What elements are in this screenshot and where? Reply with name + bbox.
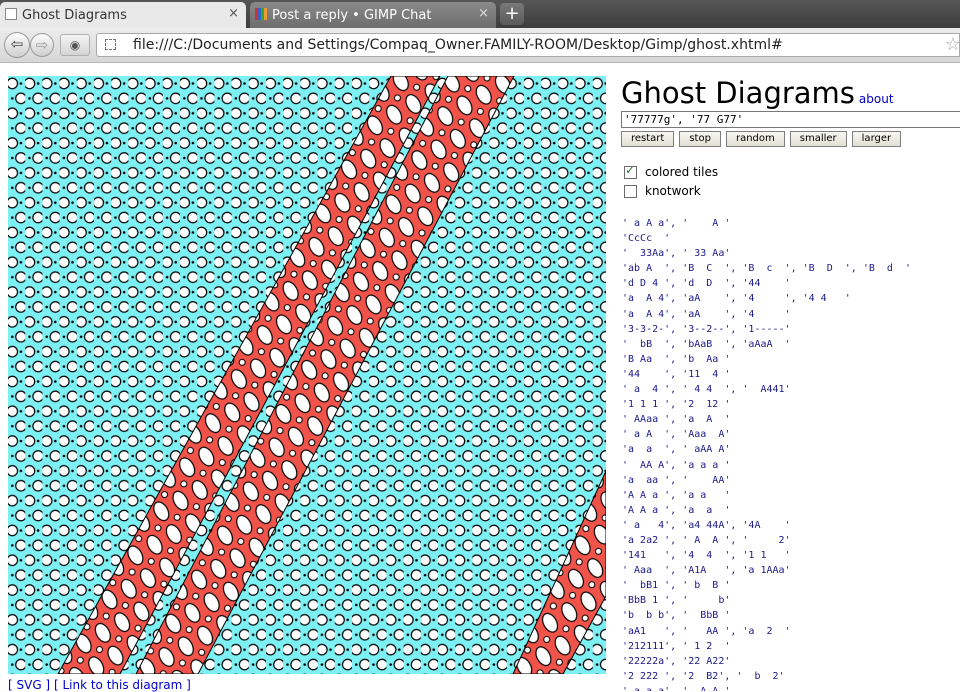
close-tab-icon[interactable]: × [228,6,239,21]
identity-icon: ◉ [69,38,81,52]
tile-code-input[interactable] [621,111,960,128]
about-link[interactable]: about [859,92,894,106]
page-icon [105,39,116,50]
bookmark-star-icon[interactable]: ☆ [945,34,960,55]
pattern-example[interactable]: 'A A a ', 'a a ' [622,503,960,518]
knotwork-label: knotwork [645,184,701,198]
pattern-example[interactable]: 'ab A ', 'B C ', 'B c ', 'B D ', 'B d ' [622,261,960,276]
back-arrow-icon: ⇦ [10,35,24,53]
pattern-example[interactable]: 'a A 4', 'aA ', '4 ', '4 4 ' [622,291,960,306]
pattern-example[interactable]: '141 ', '4 4 ', '1 1 ' [622,548,960,563]
pattern-example[interactable]: ' Aaa ', 'A1A ', 'a 1AAa' [622,563,960,578]
back-button[interactable]: ⇦ [4,32,30,58]
tab-ghost-diagrams[interactable]: Ghost Diagrams × [0,2,246,28]
colored-tiles-option[interactable]: colored tiles [624,163,719,179]
pattern-example[interactable]: ' a A ', 'Aaa A' [622,427,960,442]
diagram-links: [ SVG ] [ Link to this diagram ] [8,678,191,692]
pattern-example[interactable]: '1 1 1 ', '2 12 ' [622,397,960,412]
pattern-example[interactable]: ' a A a', ' A ' [622,216,960,231]
forward-button[interactable]: ⇨ [30,33,54,57]
knotwork-option[interactable]: knotwork [624,184,701,198]
smaller-button[interactable]: smaller [789,131,847,147]
forward-arrow-icon: ⇨ [35,36,49,54]
larger-button[interactable]: larger [851,131,902,147]
permalink[interactable]: [ Link to this diagram ] [54,678,191,692]
tab-label: Ghost Diagrams [22,7,127,23]
knotwork-checkbox[interactable] [624,184,637,198]
tab-strip: Ghost Diagrams × Post a reply • GIMP Cha… [0,0,960,28]
address-bar[interactable]: file:///C:/Documents and Settings/Compaq… [96,33,960,57]
restart-button[interactable]: restart [621,131,675,147]
navigation-bar: ⇦ ⇨ ◉ file:///C:/Documents and Settings/… [0,28,960,63]
tab-label: Post a reply • GIMP Chat [272,7,432,23]
pattern-example[interactable]: 'a 2a2 ', ' A A ', ' 2' [622,533,960,548]
pattern-example[interactable]: 'aA1 ', ' AA ', 'a 2 ' [622,624,960,639]
pattern-example[interactable]: 'a A 4', 'aA ', '4 ' [622,307,960,322]
site-identity-button[interactable]: ◉ [60,34,90,56]
example-patterns-list: ' a A a', ' A ' 'CcCc ' ' 33Aa', ' 33 Aa' '… [622,216,960,691]
pattern-example[interactable]: ' AAaa ', 'a A ' [622,412,960,427]
pattern-example[interactable]: '212111', ' 1 2 ' [622,639,960,654]
url-text[interactable]: file:///C:/Documents and Settings/Compaq… [133,37,783,53]
pattern-example[interactable]: '3-3-2-', '3--2--', '1-----' [622,322,960,337]
control-buttons: restart stop random smaller larger [621,131,906,147]
stop-button[interactable]: stop [679,131,721,147]
random-button[interactable]: random [725,131,785,147]
new-tab-button[interactable]: + [500,3,524,25]
colored-tiles-label: colored tiles [645,165,719,179]
ghost-diagram-canvas[interactable] [8,76,606,674]
page-title: Ghost Diagrams about [621,76,894,110]
pattern-example[interactable]: ' bB1 ', ' b B ' [622,578,960,593]
close-tab-icon[interactable]: × [478,6,489,21]
page-icon [5,8,17,20]
pattern-example[interactable]: '2 222 ', '2 B2', ' b 2' [622,669,960,684]
pattern-example[interactable]: ' a 4 ', ' 4 4 ', ' A441' [622,382,960,397]
pattern-example[interactable]: 'a aa ', ' AA' [622,473,960,488]
pattern-example[interactable]: '22222a', '22 A22' [622,654,960,669]
pattern-example[interactable]: 'b b b', ' BbB ' [622,608,960,623]
pattern-example[interactable]: ' bB ', 'bAaB ', 'aAaA ' [622,337,960,352]
pattern-example[interactable]: 'BbB 1 ', ' b' [622,593,960,608]
books-icon [255,8,267,20]
pattern-example[interactable]: ' 33Aa', ' 33 Aa' [622,246,960,261]
pattern-example[interactable]: 'a a ', ' aAA A' [622,442,960,457]
pattern-example[interactable]: 'B Aa ', 'b Aa ' [622,352,960,367]
pattern-example[interactable]: ' a a a', ' A A ' [622,684,960,691]
svg-link[interactable]: [ SVG ] [8,678,50,692]
pattern-example[interactable]: 'CcCc ' [622,231,960,246]
pattern-example[interactable]: ' AA A', 'a a a ' [622,458,960,473]
tab-gimp-chat[interactable]: Post a reply • GIMP Chat × [250,2,496,28]
title-text: Ghost Diagrams [621,76,855,110]
pattern-example[interactable]: 'd D 4 ', 'd D ', '44 ' [622,276,960,291]
pattern-example[interactable]: '44 ', '11 4 ' [622,367,960,382]
pattern-example[interactable]: 'A A a ', 'a a ' [622,488,960,503]
colored-tiles-checkbox[interactable] [624,163,637,179]
pattern-example[interactable]: ' a 4', 'a4 44A', '4A ' [622,518,960,533]
